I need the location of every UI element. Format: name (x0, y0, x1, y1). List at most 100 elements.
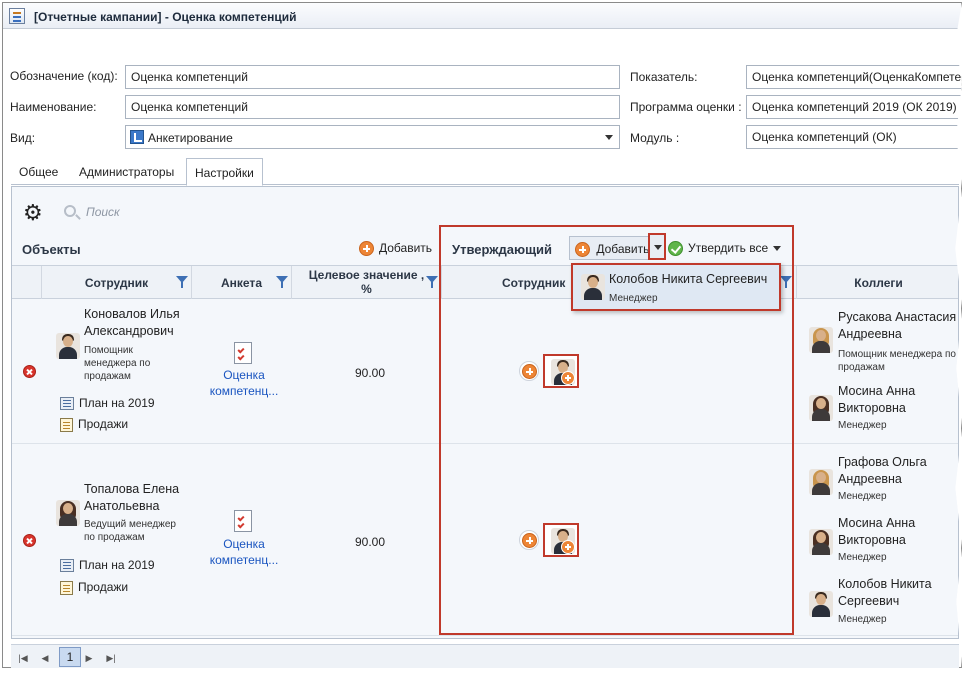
avatar (809, 529, 833, 555)
objects-add-button[interactable]: Добавить (359, 241, 433, 257)
plan-icon (60, 397, 74, 411)
type-select-value: Анкетирование (148, 131, 233, 145)
survey-link[interactable]: Оценка компетенц... (204, 367, 284, 399)
plan-label: План на 2019 (79, 558, 155, 572)
survey-link-line: Оценка (223, 368, 265, 382)
colleague-position: Менеджер (838, 491, 887, 502)
search-button[interactable]: Поиск (64, 205, 120, 219)
position-line: Ведущий менеджер (84, 519, 176, 530)
department-link[interactable]: Продажи (60, 417, 128, 432)
tab-settings[interactable]: Настройки (186, 158, 263, 186)
position-line: менеджера по (84, 358, 151, 369)
app-window: [Отчетные кампании] - Оценка компетенций… (2, 2, 962, 668)
campaign-icon (9, 8, 25, 24)
objects-add-label: Добавить (379, 241, 433, 255)
colleague-name[interactable]: Мосина Анна Викторовна (838, 383, 915, 417)
chevron-down-icon[interactable] (605, 135, 613, 140)
column-employee[interactable]: Сотрудник (42, 266, 192, 299)
employee-last-first: Топалова Елена (84, 482, 180, 496)
colleague-name-line: Викторовна (838, 401, 906, 415)
filter-icon[interactable] (176, 276, 188, 288)
employee-last-first: Коновалов Илья (84, 307, 180, 321)
program-field[interactable]: Оценка компетенций 2019 (ОК 2019) (746, 95, 962, 119)
last-page-icon[interactable]: ▶| (103, 650, 119, 666)
survey-type-icon (130, 130, 144, 144)
survey-link-line: компетенц... (209, 384, 279, 398)
avatar (809, 591, 833, 617)
prev-page-icon[interactable]: ◀ (37, 650, 53, 666)
avatar (56, 333, 80, 359)
colleague-name[interactable]: Колобов Никита Сергеевич (838, 576, 932, 610)
survey-link-line: Оценка (223, 537, 265, 551)
dropdown-employee-name: Колобов Никита Сергеевич (609, 272, 768, 286)
avatar (809, 327, 833, 353)
filter-icon[interactable] (276, 276, 288, 288)
colleague-name-line: Андреевна (838, 472, 902, 486)
window-title: [Отчетные кампании] - Оценка компетенций (34, 10, 297, 24)
colleague-name[interactable]: Графова Ольга Андреевна (838, 454, 927, 488)
colleague-position: Менеджер (838, 614, 887, 625)
column-colleagues[interactable]: Коллеги (797, 266, 960, 299)
employee-position: Ведущий менеджер по продажам (84, 518, 176, 544)
next-page-icon[interactable]: ▶ (81, 650, 97, 666)
plan-link[interactable]: План на 2019 (60, 558, 155, 573)
approver-dropdown[interactable]: Колобов Никита Сергеевич Менеджер (571, 263, 781, 311)
tab-general[interactable]: Общее (11, 161, 66, 185)
module-field[interactable]: Оценка компетенций (ОК) (746, 125, 962, 149)
avatar (809, 395, 833, 421)
delete-icon[interactable] (23, 534, 36, 547)
employee-patronymic: Анатольевна (84, 499, 160, 513)
colleague-position: Помощник менеджера по продажам (838, 348, 956, 374)
employee-name[interactable]: Коновалов Илья Александрович (84, 306, 180, 340)
module-label: Модуль : (630, 131, 680, 145)
colleague-position: Менеджер (838, 420, 887, 431)
colleague-name-line: Андреевна (838, 327, 902, 341)
department-label: Продажи (78, 580, 129, 594)
colleague-name-line: Сергеевич (838, 594, 900, 608)
survey-link[interactable]: Оценка компетенц... (204, 536, 284, 568)
position-line: продажам (84, 371, 131, 382)
tab-administrators[interactable]: Администраторы (71, 161, 182, 185)
employee-position: Помощник менеджера по продажам (84, 344, 150, 383)
indicator-field[interactable]: Оценка компетенций(ОценкаКомпете (746, 65, 962, 89)
approver-add-dropdown-toggle[interactable] (648, 233, 666, 260)
add-icon (575, 242, 590, 258)
objects-title: Объекты (22, 242, 81, 257)
type-label: Вид: (10, 131, 36, 145)
employee-patronymic: Александрович (84, 324, 174, 338)
name-field[interactable]: Оценка компетенций (125, 95, 620, 119)
tab-bar: Общее Администраторы Настройки (11, 157, 959, 186)
code-field[interactable]: Оценка компетенций (125, 65, 620, 89)
column-target[interactable]: Целевое значение , % (292, 266, 442, 299)
colleague-position-line: продажам (838, 362, 885, 373)
colleague-name-line: Колобов Никита (838, 577, 932, 591)
colleague-position: Менеджер (838, 552, 887, 563)
colleague-name[interactable]: Русакова Анастасия Андреевна (838, 309, 956, 343)
dropdown-employee-position: Менеджер (609, 293, 658, 304)
filter-icon[interactable] (426, 276, 438, 288)
survey-icon (234, 342, 252, 364)
colleague-position-line: Помощник менеджера по (838, 349, 956, 360)
colleague-name-line: Русакова Анастасия (838, 310, 957, 324)
approver-add-label: Добавить (596, 242, 650, 256)
delete-icon[interactable] (23, 365, 36, 378)
add-icon (359, 241, 374, 257)
colleague-name-line: Викторовна (838, 533, 906, 547)
employee-name[interactable]: Топалова Елена Анатольевна (84, 481, 179, 515)
colleague-name[interactable]: Мосина Анна Викторовна (838, 515, 915, 549)
column-target-unit: % (361, 282, 372, 296)
first-page-icon[interactable]: |◀ (15, 650, 31, 666)
type-select[interactable]: Анкетирование (125, 125, 620, 149)
plan-label: План на 2019 (79, 396, 155, 410)
avatar (581, 274, 605, 300)
department-link[interactable]: Продажи (60, 580, 128, 595)
code-label: Обозначение (код): (10, 69, 118, 83)
column-colleagues-label: Коллеги (854, 276, 903, 290)
department-icon (60, 580, 73, 595)
page-number[interactable]: 1 (59, 647, 81, 667)
indicator-label: Показатель: (630, 70, 698, 84)
column-survey[interactable]: Анкета (192, 266, 292, 299)
title-bar: [Отчетные кампании] - Оценка компетенций (3, 3, 961, 29)
gear-icon[interactable]: ⚙ (23, 202, 43, 224)
plan-link[interactable]: План на 2019 (60, 396, 155, 411)
